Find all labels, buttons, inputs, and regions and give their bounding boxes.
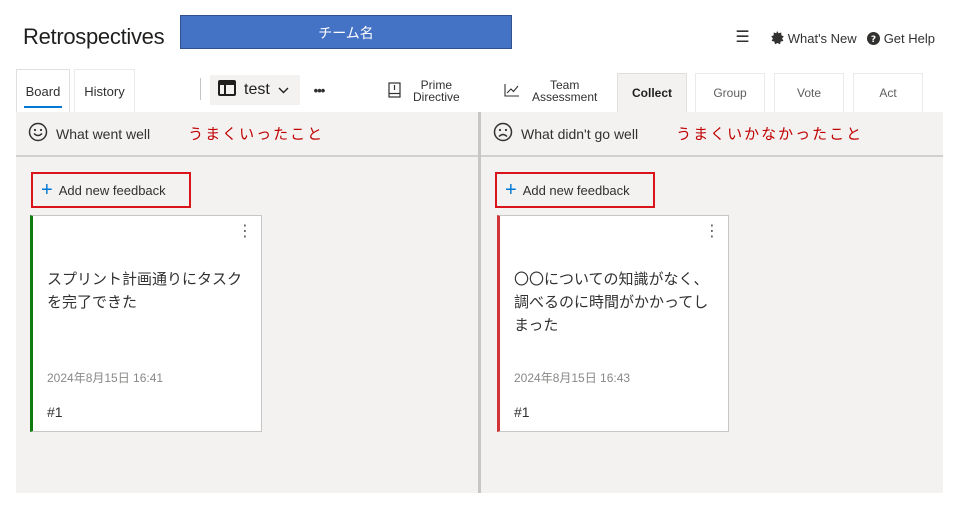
feedback-card[interactable]: ⋮ 〇〇についての知識がなく、調べるのに時間がかかってしまった 2024年8月1… [497,215,729,432]
card-text: 〇〇についての知識がなく、調べるのに時間がかかってしまった [514,271,709,334]
board-icon [218,79,236,101]
whats-new-icon [770,31,784,45]
plus-icon: + [41,179,53,201]
team-assessment-line2: Assessment [532,90,598,104]
get-help-label: Get Help [883,30,935,46]
svg-text:?: ? [871,35,876,45]
header-actions: ☰ What's New ? Get Help [735,30,935,46]
board-selector-value: test [244,81,270,98]
more-options-icon[interactable]: ••• [308,75,330,105]
team-assessment-button[interactable]: Team Assessment [504,75,597,107]
column-title: What didn't go well [521,125,639,142]
add-feedback-button[interactable]: + Add new feedback [495,172,655,208]
team-name-annotation: チーム名 [180,15,512,49]
board-selector[interactable]: test [210,75,300,105]
whats-new-link[interactable]: What's New [770,31,857,46]
phase-act[interactable]: Act [853,73,923,112]
add-feedback-label: Add new feedback [522,182,630,198]
add-feedback-button[interactable]: + Add new feedback [31,172,191,208]
tab-board[interactable]: Board [16,69,70,112]
phase-group[interactable]: Group [695,73,765,112]
prime-directive-button[interactable]: Prime Directive [388,75,460,107]
prime-directive-line2: Directive [413,90,460,104]
card-id: #1 [514,404,530,420]
card-id: #1 [47,404,63,420]
toolbar-divider [200,78,201,100]
whats-new-label: What's New [787,30,857,46]
feedback-card[interactable]: ⋮ スプリント計画通りにタスクを完了できた 2024年8月15日 16:41 #… [30,215,262,432]
plus-icon: + [505,179,517,201]
hamburger-menu-icon[interactable]: ☰ [735,30,749,46]
column-annotation: うまくいったこと [188,126,325,143]
column-went-well: What went well うまくいったこと + Add new feedba… [16,112,478,493]
chart-icon [504,83,520,100]
tab-history[interactable]: History [74,69,135,112]
book-icon [388,81,401,101]
help-icon: ? [866,31,880,45]
frown-icon [493,122,513,145]
app-title: Retrospectives [23,24,165,49]
toolbar-row: Board History test ••• Prime Directive T… [16,69,943,112]
column-header: What went well うまくいったこと [16,112,478,157]
chevron-down-icon [278,81,289,99]
column-annotation: うまくいかなかったこと [676,126,864,143]
card-text: スプリント計画通りにタスクを完了できた [47,271,243,311]
add-feedback-label: Add new feedback [58,182,166,198]
column-didnt-go-well: What didn't go well うまくいかなかったこと + Add ne… [481,112,943,493]
phase-vote[interactable]: Vote [774,73,844,112]
card-date: 2024年8月15日 16:41 [47,371,164,385]
phase-collect[interactable]: Collect [617,73,687,112]
get-help-link[interactable]: ? Get Help [866,30,935,46]
column-header: What didn't go well うまくいかなかったこと [481,112,943,157]
card-menu-icon[interactable]: ⋮ [237,224,253,240]
column-title: What went well [56,125,151,142]
card-date: 2024年8月15日 16:43 [514,371,631,385]
smile-icon [28,122,48,145]
card-menu-icon[interactable]: ⋮ [704,224,720,240]
